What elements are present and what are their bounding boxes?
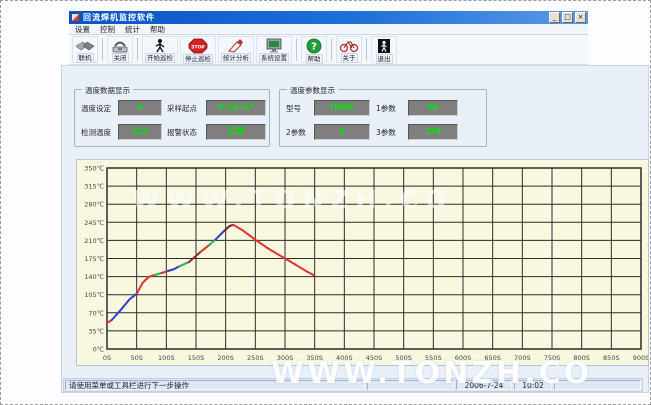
walker-icon [150,38,170,53]
svg-text:70℃: 70℃ [88,309,104,317]
window-controls: _ □ × [549,12,586,23]
svg-text:600S: 600S [455,354,472,362]
toolbar-separator [102,38,103,61]
svg-text:100S: 100S [158,354,175,362]
minimize-button[interactable]: _ [549,12,560,23]
about-button[interactable]: 关于 [336,36,362,63]
temperature-param-panel: 温度参数显示 型号 T960C 1参数 96 2参数 0 3参数 180 [279,89,487,147]
menu-item-help[interactable]: 帮助 [150,24,165,35]
stop-icon: STOP [188,38,208,54]
param3-display: 180 [408,124,458,140]
menu-item-settings[interactable]: 设置 [75,24,90,35]
field-label-alarm-status: 报警状态 [167,127,201,138]
svg-text:50S: 50S [130,354,142,362]
svg-text:650S: 650S [484,354,501,362]
connect-button[interactable]: 联机 [72,36,98,63]
svg-text:150S: 150S [188,354,205,362]
disconnect-button[interactable]: 关闭 [107,36,133,63]
field-label-model: 型号 [286,103,308,114]
toolbar: 联机 关闭 开始巡检 STOP 停止巡检 统计分析 [69,35,588,65]
svg-text:400S: 400S [336,354,353,362]
svg-text:210℃: 210℃ [84,237,104,245]
status-filler [554,380,641,390]
svg-text:?: ? [311,42,317,53]
statistics-analysis-button[interactable]: 统计分析 [218,36,254,63]
svg-text:350℃: 350℃ [84,165,104,173]
close-button[interactable]: × [575,12,586,23]
svg-text:STOP: STOP [191,45,205,51]
measured-temp-display: 153 [118,124,162,140]
hand-pen-icon [226,38,246,53]
window-title: 回流焊机监控软件 [83,12,155,23]
svg-text:800S: 800S [573,354,590,362]
temperature-chart-svg: 0℃ 35℃ 70℃ 105℃ 140℃ 175℃ 210℃ 245℃ 280℃ 315℃ 350℃… [77,160,648,365]
exit-button[interactable]: 退出 [371,36,397,63]
app-icon [71,13,80,22]
panel-title: 温度参数显示 [287,85,338,96]
system-settings-button[interactable]: 系统设置 [256,36,292,63]
stop-inspection-button[interactable]: STOP 停止巡检 [180,36,216,63]
field-label-sample-start: 采样起点 [167,103,201,114]
model-display: T960C [314,100,370,116]
maximize-button[interactable]: □ [562,12,573,23]
monitor-icon [264,38,284,53]
status-filler [367,380,454,390]
svg-text:900S: 900S [633,354,648,362]
sample-start-display: 9:56:47 [206,100,266,116]
svg-text:500S: 500S [395,354,412,362]
param2-display: 0 [314,124,370,140]
field-label-measured-temp: 检测温度 [81,127,113,138]
toolbar-separator [331,38,332,61]
svg-text:280℃: 280℃ [84,201,104,209]
menu-item-statistics[interactable]: 统计 [125,24,140,35]
temperature-data-panel: 温度数据显示 温度设定 0 采样起点 9:56:47 检测温度 153 报警状态… [74,89,270,147]
bicycle-icon [339,38,359,53]
handshake-icon [75,38,95,53]
svg-text:245℃: 245℃ [84,219,104,227]
svg-text:105℃: 105℃ [84,291,104,299]
svg-text:140℃: 140℃ [84,273,104,281]
svg-text:35℃: 35℃ [88,327,104,335]
temp-setting-display: 0 [118,100,162,116]
svg-text:350S: 350S [306,354,323,362]
help-button[interactable]: ? 帮助 [301,36,327,63]
question-icon: ? [304,38,324,54]
svg-text:0℃: 0℃ [93,346,104,354]
svg-text:700S: 700S [514,354,531,362]
svg-text:0S: 0S [103,354,111,362]
menu-item-control[interactable]: 控制 [100,24,115,35]
temperature-curve-chart: 0℃ 35℃ 70℃ 105℃ 140℃ 175℃ 210℃ 245℃ 280℃ 315℃ 350℃… [76,159,649,366]
field-label-temp-setting: 温度设定 [81,103,113,114]
toolbar-separator [137,38,138,61]
status-time: 10:02 [514,380,552,390]
menu-bar: 设置 控制 统计 帮助 [69,24,588,35]
svg-text:450S: 450S [366,354,383,362]
phone-icon [110,38,130,53]
svg-text:175℃: 175℃ [84,255,104,263]
field-label-param3: 3参数 [376,127,402,138]
exit-icon [374,38,394,54]
panel-title: 温度数据显示 [82,85,133,96]
svg-text:300S: 300S [277,354,294,362]
toolbar-separator [296,38,297,61]
toolbar-separator [366,38,367,61]
param1-display: 96 [408,100,458,116]
svg-text:200S: 200S [217,354,234,362]
svg-text:750S: 750S [544,354,561,362]
svg-text:850S: 850S [603,354,620,362]
alarm-status-display: 正常 [206,124,266,140]
title-bar[interactable]: 回流焊机监控软件 _ □ × [69,11,588,24]
status-bar: 请使用菜单或工具栏进行下一步操作 2006-7-24 10:02 [63,378,643,392]
field-label-param1: 1参数 [376,103,402,114]
status-date: 2006-7-24 [456,380,512,390]
screenshot-canvas: 回流焊机监控软件 _ □ × 设置 控制 统计 帮助 联机 关闭 [0,0,651,405]
svg-text:250S: 250S [247,354,264,362]
start-inspection-button[interactable]: 开始巡检 [142,36,178,63]
svg-text:550S: 550S [425,354,442,362]
status-message: 请使用菜单或工具栏进行下一步操作 [65,380,365,390]
svg-text:315℃: 315℃ [84,183,104,191]
field-label-param2: 2参数 [286,127,308,138]
